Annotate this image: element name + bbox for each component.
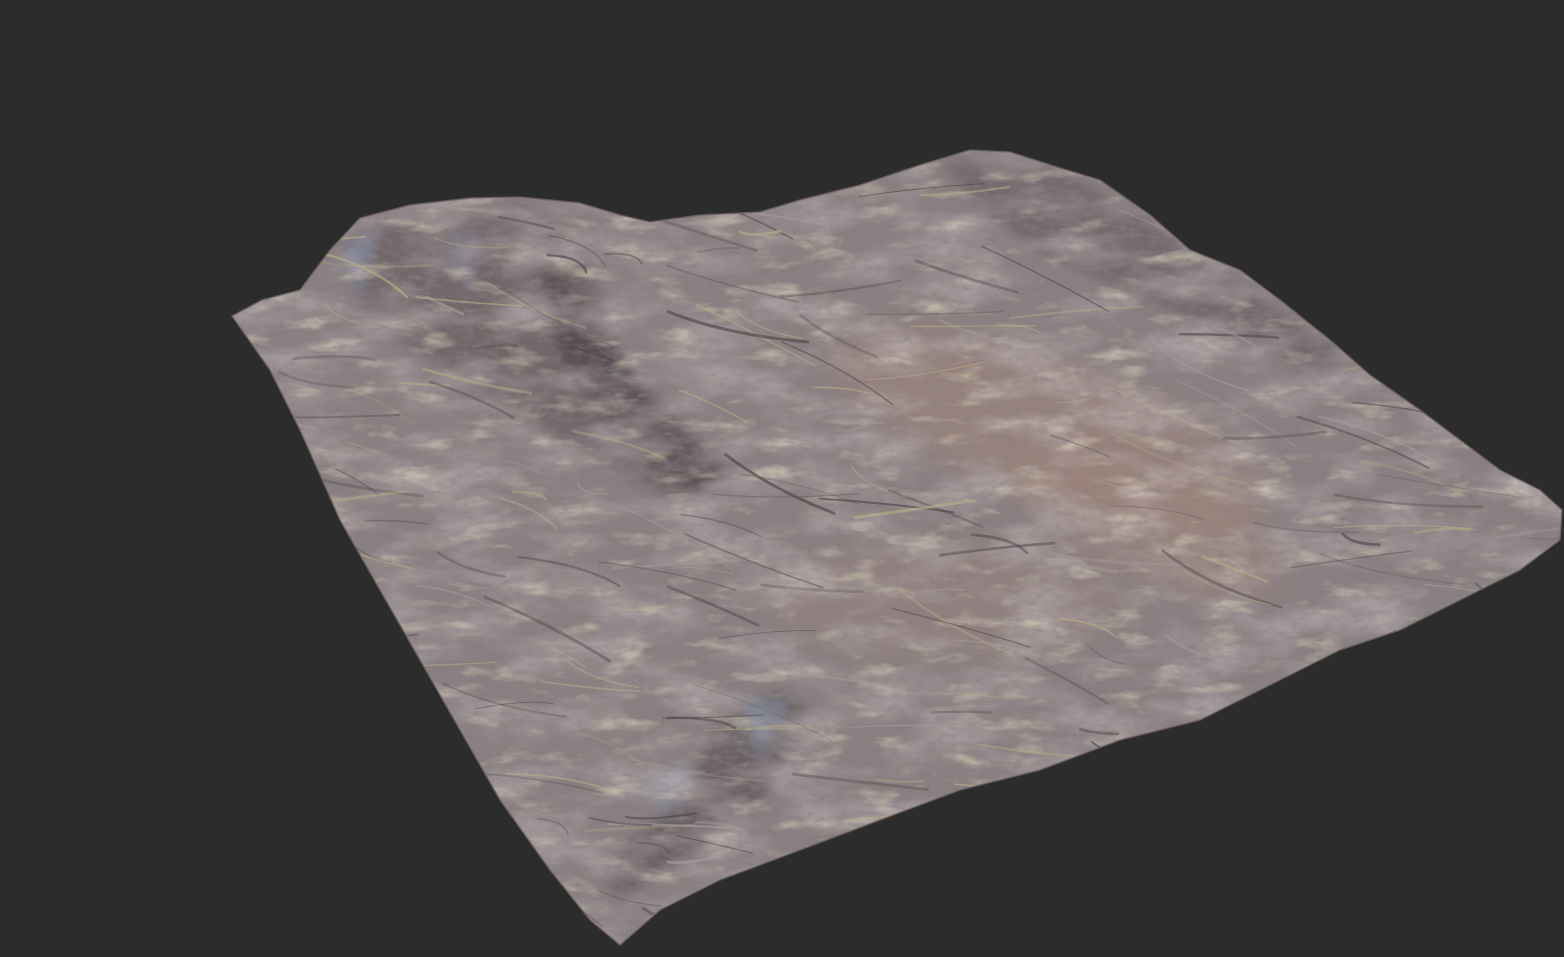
rock-stratum (1521, 790, 1562, 837)
rock-stratum (1417, 780, 1484, 802)
rock-stratum (1354, 657, 1444, 703)
rock-stratum (1370, 329, 1444, 349)
rock-stratum (944, 928, 1080, 938)
rock-stratum (1248, 698, 1362, 735)
rock-stratum (675, 900, 740, 909)
rock-stratum (1516, 339, 1562, 373)
rock-stratum (296, 795, 387, 805)
terrain-shading (232, 150, 1562, 945)
rock-stratum (1302, 670, 1389, 684)
rock-stratum (1362, 224, 1442, 239)
rock-stratum (1537, 898, 1562, 905)
rock-stratum (1452, 810, 1525, 819)
rock-stratum (386, 742, 420, 757)
3d-viewport[interactable] (0, 0, 1564, 957)
rock-stratum (1456, 191, 1562, 206)
rock-stratum (1326, 697, 1427, 712)
rock-stratum (1277, 881, 1376, 909)
rock-stratum (1400, 800, 1537, 858)
rock-stratum (306, 914, 404, 930)
rock-stratum (1532, 581, 1562, 619)
rock-stratum (1080, 918, 1213, 945)
rock-stratum (383, 801, 472, 818)
rock-stratum (1526, 320, 1562, 328)
rock-stratum (1415, 676, 1453, 693)
rock-stratum (325, 633, 419, 647)
rock-stratum (806, 845, 903, 891)
rock-stratum (460, 897, 506, 924)
rock-stratum (1408, 650, 1452, 660)
rock-stratum (728, 925, 839, 945)
rock-stratum (641, 906, 744, 945)
rock-stratum (1315, 664, 1363, 695)
rock-stratum (701, 912, 735, 924)
rock-stratum (1539, 751, 1562, 778)
rock-stratum (328, 906, 449, 938)
rock-stratum (1249, 239, 1340, 291)
rock-stratum (284, 868, 387, 892)
rock-stratum (273, 856, 304, 875)
rock-stratum (342, 814, 471, 839)
rock-stratum (1276, 803, 1371, 842)
rock-stratum (930, 710, 993, 714)
rock-stratum (1393, 630, 1436, 652)
terrain-render[interactable] (0, 0, 1564, 957)
rock-stratum (1236, 234, 1354, 244)
rock-stratum (276, 857, 363, 864)
rock-stratum (1035, 776, 1153, 790)
rock-stratum (1290, 756, 1404, 788)
rock-stratum (1168, 215, 1222, 225)
rock-stratum (1308, 264, 1429, 311)
rock-stratum (831, 877, 878, 906)
rock-stratum (1162, 771, 1281, 784)
rock-stratum (302, 796, 358, 812)
rock-stratum (952, 823, 988, 844)
rock-stratum (949, 796, 1067, 862)
rock-stratum (400, 925, 503, 945)
rock-stratum (1332, 755, 1421, 781)
rock-stratum (1114, 792, 1145, 811)
rock-stratum (1090, 741, 1187, 793)
rock-stratum (838, 902, 888, 907)
rock-stratum (1039, 787, 1127, 797)
rock-stratum (1228, 874, 1336, 878)
rock-stratum (824, 916, 866, 928)
rock-stratum (1359, 800, 1408, 823)
rock-stratum (1468, 357, 1508, 363)
rock-stratum (266, 875, 313, 891)
rock-stratum (881, 913, 920, 920)
rock-stratum (826, 845, 912, 885)
rock-stratum (1475, 582, 1562, 638)
rock-stratum (1336, 222, 1463, 229)
rock-stratum (1399, 721, 1529, 795)
rock-stratum (1441, 786, 1541, 828)
rock-stratum (1357, 808, 1487, 849)
rock-stratum (1444, 723, 1498, 731)
rock-stratum (1420, 234, 1511, 239)
rock-stratum (1518, 817, 1562, 833)
rock-stratum (395, 827, 441, 855)
rock-stratum (1360, 781, 1427, 816)
rock-stratum (1279, 776, 1315, 798)
rock-stratum (1507, 903, 1562, 938)
rock-stratum (818, 838, 894, 853)
rock-stratum (1419, 354, 1461, 375)
rock-stratum (1437, 812, 1487, 826)
rock-stratum (1455, 609, 1562, 687)
rock-stratum (1195, 797, 1257, 829)
rock-stratum (412, 774, 503, 825)
rock-stratum (1346, 663, 1442, 685)
rock-stratum (1523, 320, 1562, 375)
rock-stratum (849, 850, 966, 919)
